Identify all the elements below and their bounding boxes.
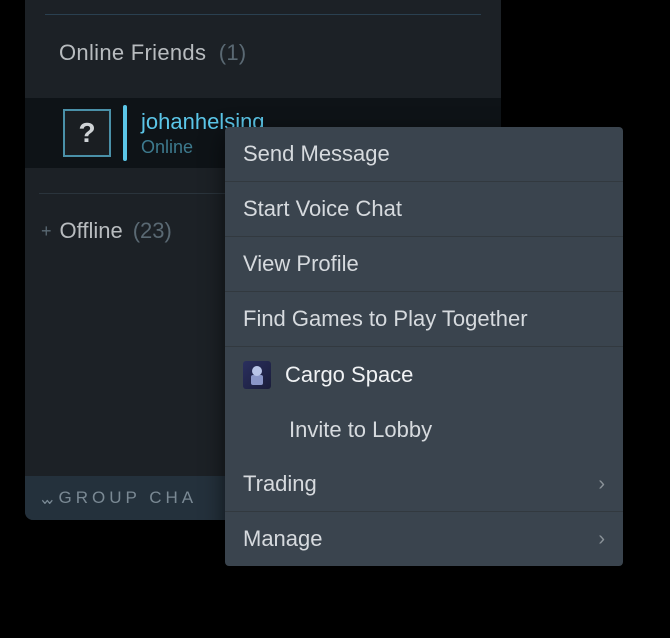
chevron-right-icon: › <box>598 528 605 551</box>
section-title: Offline <box>60 218 123 244</box>
section-count: (23) <box>133 218 172 244</box>
menu-voice-chat[interactable]: Start Voice Chat <box>225 182 623 237</box>
menu-manage[interactable]: Manage › <box>225 512 623 566</box>
menu-label: Send Message <box>243 141 390 167</box>
menu-label: Find Games to Play Together <box>243 306 528 332</box>
menu-game-item[interactable]: Cargo Space <box>225 347 623 403</box>
online-indicator <box>123 105 127 161</box>
divider <box>45 14 481 15</box>
game-icon <box>243 361 271 389</box>
menu-label: View Profile <box>243 251 359 277</box>
expand-icon: + <box>41 221 52 242</box>
menu-view-profile[interactable]: View Profile <box>225 237 623 292</box>
chevron-right-icon: › <box>598 473 605 496</box>
menu-label: Trading <box>243 471 317 497</box>
game-name: Cargo Space <box>285 362 413 388</box>
section-count: (1) <box>219 40 247 65</box>
menu-label: Manage <box>243 526 323 552</box>
menu-label: Start Voice Chat <box>243 196 402 222</box>
menu-invite-lobby[interactable]: Invite to Lobby <box>225 403 623 457</box>
avatar[interactable]: ? <box>63 109 111 157</box>
friend-context-menu: Send Message Start Voice Chat View Profi… <box>225 127 623 566</box>
menu-label: Invite to Lobby <box>289 417 432 443</box>
group-chats-label: GROUP CHA <box>58 488 197 508</box>
chevron-down-icon: ⌄⌄ <box>39 488 48 508</box>
section-title: Online Friends <box>59 40 206 65</box>
offline-section-header[interactable]: + Offline (23) <box>41 218 172 244</box>
avatar-placeholder-icon: ? <box>78 117 95 149</box>
menu-send-message[interactable]: Send Message <box>225 127 623 182</box>
online-friends-header[interactable]: Online Friends (1) <box>59 40 246 66</box>
menu-trading[interactable]: Trading › <box>225 457 623 512</box>
menu-find-games[interactable]: Find Games to Play Together <box>225 292 623 347</box>
